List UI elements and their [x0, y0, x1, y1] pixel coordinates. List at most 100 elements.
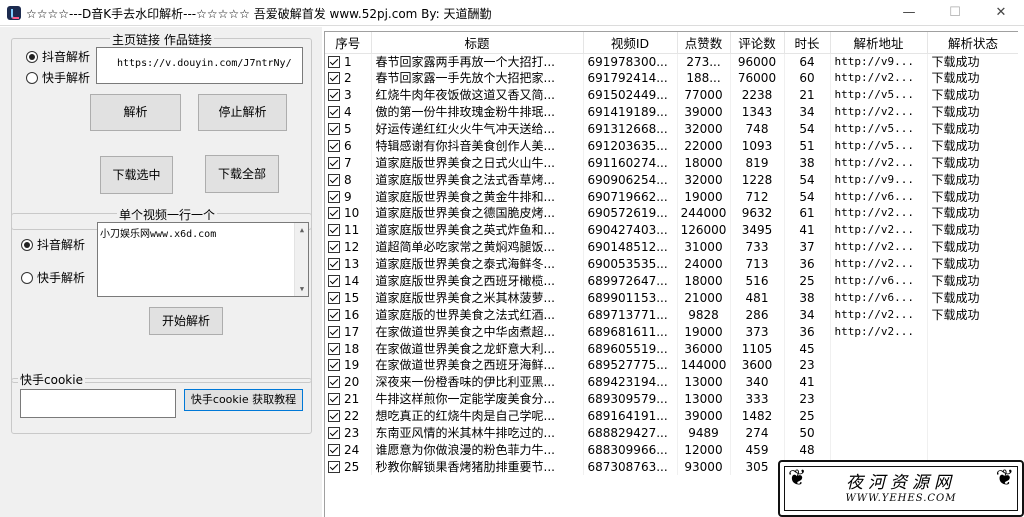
table-row[interactable]: 2 春节回家露一手先放个大招把家... 691792414... 188... 7600… [325, 69, 1018, 87]
row-checkbox[interactable] [328, 139, 340, 152]
col-header-title[interactable]: 标题 [371, 32, 584, 54]
row-title: 红烧牛肉年夜饭做这道又香又简... [371, 86, 584, 104]
cookie-tutorial-button[interactable]: 快手cookie 获取教程 [184, 389, 303, 411]
table-row[interactable]: 24 谁愿意为你做浪漫的粉色菲力牛... 688309966... 12000 459 4… [325, 441, 1018, 459]
row-checkbox[interactable] [328, 427, 340, 440]
row-checkbox[interactable] [328, 258, 340, 271]
table-row[interactable]: 21 牛排这样煎你一定能学废美食分... 689309579... 13000 333 2… [325, 390, 1018, 408]
row-checkbox[interactable] [328, 325, 340, 338]
download-all-button[interactable]: 下载全部 [205, 155, 279, 193]
row-checkbox[interactable] [328, 275, 340, 288]
col-header-index[interactable]: 序号 [325, 32, 372, 54]
row-index: 8 [325, 171, 372, 189]
radio-selected-icon[interactable] [21, 238, 33, 251]
radio-selected-icon[interactable] [26, 50, 38, 63]
scroll-down-icon[interactable]: ▼ [295, 282, 309, 296]
table-row[interactable]: 8 道家庭版世界美食之法式香草烤... 690906254... 32000 1228 5… [325, 171, 1018, 189]
row-video-id: 688829427... [583, 424, 678, 442]
row-title: 想吃真正的红烧牛肉是自己学呢... [371, 407, 584, 425]
table-row[interactable]: 19 在家做道世界美食之西班牙海鲜... 689527775... 144000 360… [325, 357, 1018, 374]
row-comments: 340 [730, 373, 785, 391]
row-checkbox[interactable] [328, 241, 340, 254]
table-row[interactable]: 16 道家庭版的世界美食之法式红酒... 689713771... 9828 286 34… [325, 306, 1018, 324]
link-radio-douyin[interactable]: 抖音解析 [26, 48, 90, 65]
row-duration: 25 [784, 272, 831, 290]
table-row[interactable]: 13 道家庭版世界美食之泰式海鲜冬... 690053535... 24000 713 3… [325, 255, 1018, 273]
row-checkbox[interactable] [328, 173, 340, 186]
video-list-textarea[interactable]: 小刀娱乐网www.x6d.com ▲ ▼ [97, 222, 309, 297]
row-checkbox[interactable] [328, 376, 340, 389]
row-status: 下载成功 [927, 306, 1018, 324]
row-index-label: 4 [344, 105, 352, 120]
col-header-duration[interactable]: 时长 [784, 32, 831, 54]
cookie-input[interactable] [20, 389, 176, 418]
table-row[interactable]: 3 红烧牛肉年夜饭做这道又香又简... 691502449... 77000 2238 2… [325, 86, 1018, 104]
parse-button[interactable]: 解析 [90, 94, 181, 131]
row-likes: 12000 [677, 441, 731, 459]
row-checkbox[interactable] [328, 342, 340, 355]
table-row[interactable]: 9 道家庭版世界美食之黄金牛排和... 690719662... 19000 712 54… [325, 188, 1018, 206]
table-row[interactable]: 11 道家庭版世界美食之英式炸鱼和... 690427403... 126000 349… [325, 221, 1018, 239]
scroll-up-icon[interactable]: ▲ [295, 223, 309, 237]
start-parse-button[interactable]: 开始解析 [149, 307, 223, 335]
row-checkbox[interactable] [328, 460, 340, 473]
single-radio-douyin[interactable]: 抖音解析 [21, 236, 85, 253]
col-header-url[interactable]: 解析地址 [830, 32, 928, 54]
row-checkbox[interactable] [328, 224, 340, 237]
row-checkbox[interactable] [328, 443, 340, 456]
table-row[interactable]: 1 春节回家露两手再放一个大招打... 691978300... 273... 9600… [325, 53, 1018, 70]
row-index-label: 19 [344, 358, 360, 373]
close-button[interactable]: ✕ [978, 0, 1024, 26]
table-row[interactable]: 7 道家庭版世界美食之日式火山牛... 691160274... 18000 819 38… [325, 154, 1018, 172]
table-row[interactable]: 12 道超简单必吃家常之黄焖鸡腿饭... 690148512... 31000 733 3… [325, 238, 1018, 256]
table-row[interactable]: 17 在家做道世界美食之中华卤煮超... 689681611... 19000 373 3… [325, 323, 1018, 341]
table-row[interactable]: 5 好运传递红红火火牛气冲天送给... 691312668... 32000 748 54… [325, 120, 1018, 138]
single-radio-kuaishou[interactable]: 快手解析 [21, 269, 85, 286]
row-duration: 50 [784, 424, 831, 442]
row-checkbox[interactable] [328, 190, 340, 203]
row-checkbox[interactable] [328, 410, 340, 423]
table-row[interactable]: 14 道家庭版世界美食之西班牙橄榄... 689972647... 18000 516 2… [325, 272, 1018, 290]
minimize-button[interactable]: — [886, 0, 932, 26]
row-checkbox[interactable] [328, 156, 340, 169]
table-row[interactable]: 18 在家做道世界美食之龙虾意大利... 689605519... 36000 1105… [325, 340, 1018, 358]
link-radio-kuaishou[interactable]: 快手解析 [26, 69, 90, 86]
row-comments: 286 [730, 306, 785, 324]
table-row[interactable]: 15 道家庭版世界美食之米其林菠萝... 689901153... 21000 481 3… [325, 289, 1018, 307]
window-title: ☆☆☆☆---D音K手去水印解析---☆☆☆☆☆ 吾爱破解首发 www.52pj… [26, 7, 492, 21]
col-header-likes[interactable]: 点赞数 [677, 32, 731, 54]
table-row[interactable]: 6 特辑感谢有你抖音美食创作人美... 691203635... 22000 1093 5… [325, 137, 1018, 155]
table-row[interactable]: 22 想吃真正的红烧牛肉是自己学呢... 689164191... 39000 1482… [325, 407, 1018, 425]
url-input[interactable]: https://v.douyin.com/J7ntrNy/ [96, 47, 303, 84]
row-title: 道家庭版世界美食之西班牙橄榄... [371, 272, 584, 290]
row-checkbox[interactable] [328, 308, 340, 321]
row-index: 2 [325, 69, 372, 87]
row-checkbox[interactable] [328, 207, 340, 220]
stop-parse-button[interactable]: 停止解析 [198, 94, 287, 131]
row-checkbox[interactable] [328, 123, 340, 135]
row-checkbox[interactable] [328, 55, 340, 68]
col-header-comments[interactable]: 评论数 [730, 32, 785, 54]
maximize-button[interactable]: ☐ [932, 0, 978, 26]
row-index: 3 [325, 86, 372, 104]
row-checkbox[interactable] [328, 72, 340, 85]
textarea-scrollbar[interactable]: ▲ ▼ [294, 223, 308, 296]
download-selected-button[interactable]: 下载选中 [100, 156, 173, 194]
row-checkbox[interactable] [328, 106, 340, 119]
table-row[interactable]: 20 深夜来一份橙香味的伊比利亚黑... 689423194... 13000 340 4… [325, 373, 1018, 391]
row-title: 春节回家露两手再放一个大招打... [371, 53, 584, 70]
row-duration: 54 [784, 171, 831, 189]
row-checkbox[interactable] [328, 393, 340, 406]
table-row[interactable]: 23 东南亚风情的米其林牛排吃过的... 688829427... 9489 274 50 [325, 424, 1018, 442]
table-row[interactable]: 10 道家庭版世界美食之德国脆皮烤... 690572619... 244000 963… [325, 205, 1018, 222]
row-checkbox[interactable] [328, 89, 340, 102]
radio-unselected-icon[interactable] [26, 71, 38, 84]
col-header-status[interactable]: 解析状态 [927, 32, 1018, 54]
row-checkbox[interactable] [328, 291, 340, 304]
col-header-video-id[interactable]: 视频ID [583, 32, 678, 54]
row-checkbox[interactable] [328, 359, 340, 372]
row-index: 13 [325, 255, 372, 273]
table-row[interactable]: 4 傲的第一份牛排玫瑰金粉牛排珉... 691419189... 39000 1343 3… [325, 103, 1018, 121]
radio-unselected-icon[interactable] [21, 271, 33, 284]
row-title: 在家做道世界美食之西班牙海鲜... [371, 357, 584, 374]
